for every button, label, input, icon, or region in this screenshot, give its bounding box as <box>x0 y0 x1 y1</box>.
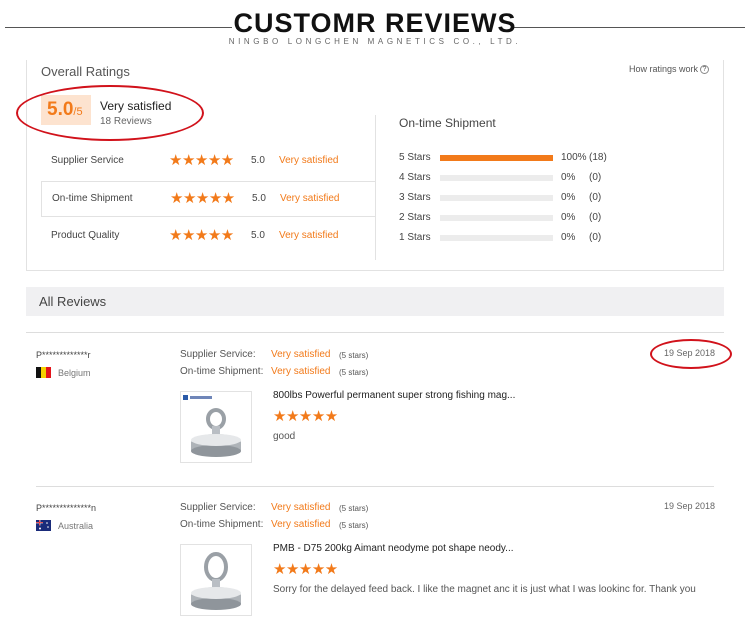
divider <box>36 486 714 487</box>
magnet-image <box>183 395 241 457</box>
highlight-annotation-oval <box>16 85 204 141</box>
help-icon: ? <box>700 65 709 75</box>
overall-ratings-title: Overall Ratings <box>41 64 130 79</box>
panel-divider <box>375 115 376 260</box>
distribution-bar <box>440 215 553 221</box>
star-level-count: (0) <box>589 212 602 223</box>
all-reviews-title: All Reviews <box>39 294 107 309</box>
highlight-annotation-oval <box>650 339 732 369</box>
magnet-image <box>191 552 241 610</box>
supplier-service-stars: (5 stars) <box>339 351 369 360</box>
star-rating-icon: ★★★★★ <box>169 152 234 169</box>
category-row-product-quality[interactable]: Product Quality ★★★★★ 5.0 Very satisfied <box>41 219 375 255</box>
review-date: 19 Sep 2018 <box>664 501 716 511</box>
distribution-bar-fill <box>440 155 553 161</box>
product-title-link[interactable]: PMB - D75 200kg Aimant neodyme pot shape… <box>273 543 514 554</box>
category-verdict: Very satisfied <box>279 155 339 166</box>
star-level-percent: 0% <box>561 232 576 243</box>
page-title: CUSTOMR REVIEWS <box>233 8 517 38</box>
all-reviews-header: All Reviews <box>26 287 724 316</box>
on-time-shipment-stars: (5 stars) <box>339 368 369 377</box>
supplier-service-stars: (5 stars) <box>339 504 369 513</box>
category-verdict: Very satisfied <box>279 230 339 241</box>
on-time-shipment-label: On-time Shipment: <box>180 519 264 530</box>
product-thumbnail[interactable] <box>180 391 252 463</box>
star-level-count: (0) <box>589 192 602 203</box>
category-row-on-time-shipment[interactable]: On-time Shipment ★★★★★ 5.0 Very satisfie… <box>41 181 375 217</box>
supplier-service-verdict: Very satisfied <box>271 349 331 360</box>
belgium-flag-icon <box>36 367 51 378</box>
star-rating-icon: ★★★★★ <box>170 190 235 207</box>
reviewer-name: P**************n <box>36 503 97 513</box>
divider <box>26 332 724 333</box>
category-score: 5.0 <box>251 230 265 241</box>
review-text: Sorry for the delayed feed back. I like … <box>273 584 696 595</box>
distribution-bar <box>440 155 553 161</box>
shipment-breakdown-title: On-time Shipment <box>399 116 496 130</box>
category-verdict: Very satisfied <box>280 193 340 204</box>
supplier-service-verdict: Very satisfied <box>271 502 331 513</box>
on-time-shipment-verdict: Very satisfied <box>271 519 331 530</box>
distribution-bar <box>440 235 553 241</box>
distribution-bar <box>440 175 553 181</box>
star-level-percent: 0% <box>561 192 576 203</box>
reviewer-country: Australia <box>58 521 94 531</box>
category-score: 5.0 <box>252 193 266 204</box>
reviewer-country: Belgium <box>58 368 91 378</box>
product-title-link[interactable]: 800lbs Powerful permanent super strong f… <box>273 390 515 401</box>
star-level-count: (0) <box>589 232 602 243</box>
star-rating-icon: ★★★★★ <box>169 227 234 244</box>
review-stars-icon: ★★★★★ <box>273 561 338 578</box>
how-ratings-work-link[interactable]: How ratings work? <box>628 64 709 75</box>
star-level-label: 5 Stars <box>399 152 431 163</box>
supplier-service-label: Supplier Service: <box>180 349 256 360</box>
star-level-count: (18) <box>589 152 607 163</box>
reviewer-name: P*************r <box>36 350 91 360</box>
review-text: good <box>273 431 296 442</box>
star-level-count: (0) <box>589 172 602 183</box>
star-level-label: 1 Stars <box>399 232 431 243</box>
star-level-percent: 0% <box>561 212 576 223</box>
category-label: Supplier Service <box>51 155 124 166</box>
product-thumbnail[interactable] <box>180 544 252 616</box>
category-row-supplier-service[interactable]: Supplier Service ★★★★★ 5.0 Very satisfie… <box>41 144 375 180</box>
supplier-service-label: Supplier Service: <box>180 502 256 513</box>
australia-flag-icon <box>36 520 51 531</box>
on-time-shipment-label: On-time Shipment: <box>180 366 264 377</box>
category-score: 5.0 <box>251 155 265 166</box>
star-level-label: 3 Stars <box>399 192 431 203</box>
star-level-label: 2 Stars <box>399 212 431 223</box>
star-level-percent: 0% <box>561 172 576 183</box>
on-time-shipment-stars: (5 stars) <box>339 521 369 530</box>
company-subtitle: NINGBO LONGCHEN MAGNETICS CO., LTD. <box>228 37 522 46</box>
on-time-shipment-verdict: Very satisfied <box>271 366 331 377</box>
review-stars-icon: ★★★★★ <box>273 408 338 425</box>
distribution-bar <box>440 195 553 201</box>
star-level-label: 4 Stars <box>399 172 431 183</box>
category-label: On-time Shipment <box>52 193 133 204</box>
category-label: Product Quality <box>51 230 120 241</box>
how-ratings-work-label: How ratings work <box>628 64 698 74</box>
star-level-percent: 100% <box>561 152 587 163</box>
